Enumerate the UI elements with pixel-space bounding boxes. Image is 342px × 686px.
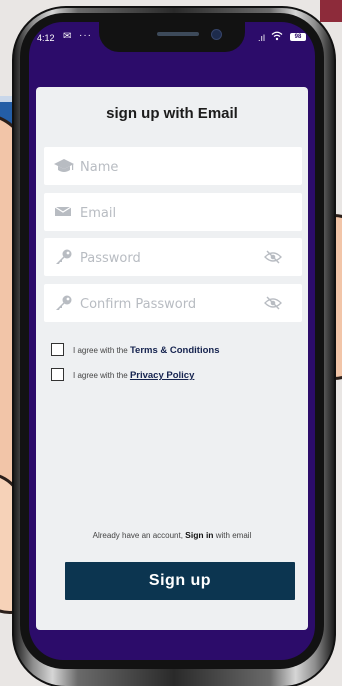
privacy-prefix: I agree with the [73, 371, 128, 380]
battery-icon: 98 [290, 33, 306, 41]
page-title: sign up with Email [106, 105, 238, 122]
wifi-icon [271, 31, 283, 44]
phone-notch [99, 22, 245, 52]
privacy-link[interactable]: Privacy Policy [130, 370, 194, 381]
signal-icon: .ıl [258, 33, 266, 43]
sign-in-link[interactable]: Sign in [185, 530, 213, 540]
eye-slash-icon[interactable] [264, 296, 282, 310]
already-text-after: with email [215, 531, 252, 540]
already-have-account: Already have an account, Sign in with em… [36, 530, 308, 540]
status-time: 4:12 [37, 33, 55, 43]
mockup-stage: 4:12 ✉ ··· .ıl 98 sign up with Email Nam… [0, 0, 342, 686]
signup-card: sign up with Email Name Email I agree wi… [36, 87, 308, 630]
terms-link[interactable]: Terms & Conditions [130, 345, 220, 356]
envelope-icon [54, 204, 72, 220]
key-icon [54, 295, 72, 311]
front-camera [211, 29, 222, 40]
confirm-password-field[interactable] [44, 284, 302, 322]
terms-checkbox[interactable] [51, 343, 64, 356]
phone-screen: 4:12 ✉ ··· .ıl 98 sign up with Email Nam… [29, 22, 315, 660]
mail-icon: ✉ [63, 31, 72, 42]
key-icon [54, 249, 72, 265]
more-notifications-icon: ··· [79, 30, 92, 41]
already-text-before: Already have an account, [92, 531, 183, 540]
eye-slash-icon[interactable] [264, 250, 282, 264]
email-input[interactable] [78, 200, 262, 226]
name-input[interactable] [78, 154, 262, 180]
email-field[interactable] [44, 193, 302, 231]
background-shape [320, 0, 342, 22]
speaker-grille [157, 32, 199, 36]
password-input[interactable] [78, 245, 262, 271]
terms-prefix: I agree with the [73, 346, 128, 355]
password-field[interactable] [44, 238, 302, 276]
name-field[interactable] [44, 147, 302, 185]
graduation-cap-icon [54, 158, 74, 174]
sign-up-button[interactable]: Sign up [65, 562, 295, 600]
privacy-checkbox[interactable] [51, 368, 64, 381]
confirm-password-input[interactable] [78, 291, 262, 317]
